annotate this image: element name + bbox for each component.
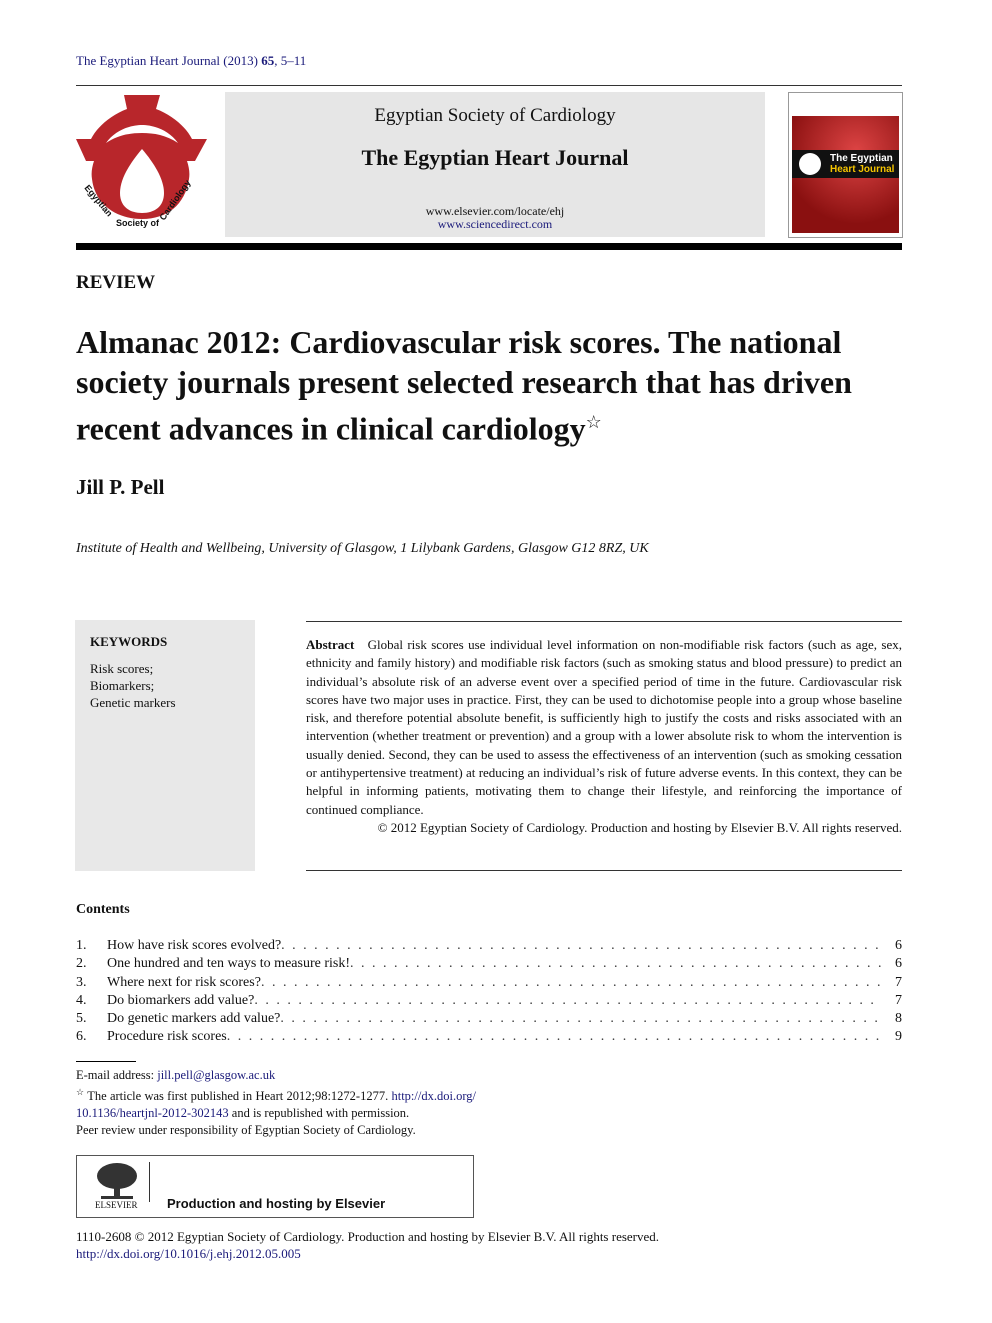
table-of-contents: 1. How have risk scores evolved? 6 2. One hu… — [76, 937, 902, 1047]
peer-review-note: Peer review under responsibility of Egyp… — [76, 1123, 416, 1138]
header-bar — [76, 243, 902, 250]
keyword: Risk scores; — [90, 661, 154, 676]
affiliation: Institute of Health and Wellbeing, Unive… — [76, 541, 649, 556]
doi-link[interactable]: http://dx.doi.org/10.1016/j.ehj.2012.05.… — [76, 1246, 301, 1261]
toc-title: Do biomarkers add value? — [107, 992, 255, 1008]
keywords-heading: KEYWORDS — [90, 634, 168, 649]
elsevier-logo-text: ELSEVIER — [95, 1200, 138, 1210]
toc-title: Do genetic markers add value? — [107, 1011, 281, 1027]
bottom-copyright: 1110-2608 © 2012 Egyptian Society of Car… — [76, 1229, 660, 1261]
footnotes: E-mail address: jill.pell@glasgow.ac.uk … — [76, 1068, 476, 1138]
toc-number: 1. — [76, 938, 87, 953]
abstract-text: Global risk scores use individual level … — [306, 637, 902, 817]
elsevier-box: ELSEVIER Production and hosting by Elsev… — [76, 1155, 474, 1218]
toc-title: Procedure risk scores — [107, 1029, 227, 1045]
sciencedirect-link[interactable]: www.sciencedirect.com — [438, 217, 553, 231]
toc-page: 9 — [895, 1029, 902, 1045]
toc-item[interactable]: 6. Procedure risk scores 9 — [76, 1028, 902, 1046]
article-title: Almanac 2012: Cardiovascular risk scores… — [76, 324, 852, 447]
toc-title: One hundred and ten ways to measure risk… — [107, 956, 350, 972]
journal-cover: The Egyptian Heart Journal — [788, 92, 903, 238]
article-page: The Egyptian Heart Journal (2013) 65, 5–… — [0, 0, 992, 1323]
elsevier-tree-icon — [95, 1162, 139, 1200]
toc-page: 7 — [895, 992, 902, 1008]
toc-page: 8 — [895, 1011, 902, 1027]
toc-leader — [261, 974, 882, 992]
star-footnote-mark[interactable]: ☆ — [586, 412, 602, 432]
journal-title: The Egyptian Heart Journal — [361, 145, 629, 170]
toc-leader — [280, 1010, 882, 1028]
toc-item[interactable]: 1. How have risk scores evolved? 6 — [76, 937, 902, 955]
toc-title: Where next for risk scores? — [107, 974, 261, 990]
citation-link[interactable]: The Egyptian Heart Journal (2013) 65, 5–… — [76, 53, 306, 68]
toc-item[interactable]: 4. Do biomarkers add value? 7 — [76, 992, 902, 1010]
toc-page: 6 — [895, 938, 902, 953]
abstract: Abstract Global risk scores use individu… — [306, 621, 902, 871]
elsevier-hosting-text: Production and hosting by Elsevier — [167, 1196, 386, 1211]
article-type: REVIEW — [76, 272, 156, 293]
journal-citation: The Egyptian Heart Journal (2013) 65, 5–… — [76, 53, 306, 69]
author-name: Jill P. Pell — [76, 475, 165, 499]
divider — [76, 85, 902, 86]
toc-page: 6 — [895, 956, 902, 972]
toc-leader — [227, 1028, 882, 1046]
toc-item[interactable]: 2. One hundred and ten ways to measure ri… — [76, 955, 902, 973]
toc-number: 2. — [76, 956, 87, 972]
toc-leader — [281, 937, 882, 955]
toc-leader — [350, 955, 882, 973]
toc-item[interactable]: 3. Where next for risk scores? 7 — [76, 974, 902, 992]
cover-logo-icon — [799, 153, 821, 175]
society-logo: Egyptian Society of Cardiology — [76, 93, 208, 240]
society-name: Egyptian Society of Cardiology — [374, 105, 616, 126]
keyword: Genetic markers — [90, 695, 176, 710]
toc-number: 3. — [76, 974, 87, 990]
toc-number: 6. — [76, 1029, 87, 1045]
keyword: Biomarkers; — [90, 678, 155, 693]
abstract-copyright: © 2012 Egyptian Society of Cardiology. P… — [377, 819, 902, 835]
toc-number: 5. — [76, 1011, 87, 1027]
footnote-divider — [76, 1061, 136, 1062]
svg-text:Society of: Society of — [116, 218, 160, 228]
toc-number: 4. — [76, 992, 87, 1008]
toc-title: How have risk scores evolved? — [107, 938, 282, 953]
toc-page: 7 — [895, 974, 902, 990]
contents-heading: Contents — [76, 902, 130, 917]
keywords-box: KEYWORDS Risk scores; Biomarkers; Genetic … — [75, 620, 255, 871]
journal-header: Egyptian Society of Cardiology The Egypt… — [225, 92, 765, 237]
email-link[interactable]: jill.pell@glasgow.ac.uk — [157, 1068, 275, 1082]
toc-item[interactable]: 5. Do genetic markers add value? 8 — [76, 1010, 902, 1028]
abstract-label: Abstract — [306, 637, 355, 652]
toc-leader — [254, 992, 882, 1010]
